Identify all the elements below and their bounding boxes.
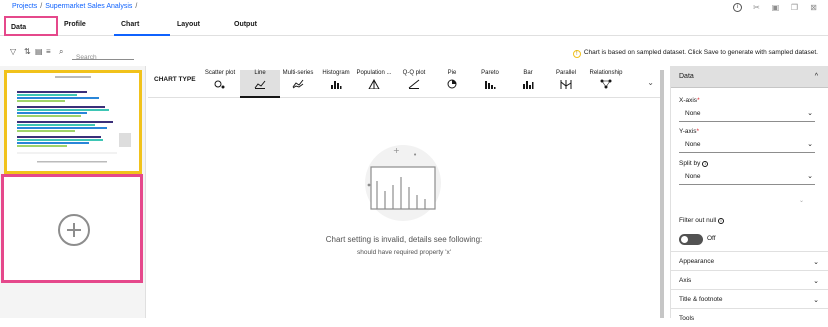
chart-type-population[interactable]: Population ... — [354, 70, 394, 98]
empty-chart-illustration: + • — [365, 145, 441, 221]
chart-type-label: CHART TYPE — [154, 76, 196, 83]
toolbar: ▽ ⇅ ▤ ≡ ⌕ Search ! Chart is based on samp… — [0, 44, 828, 62]
chart-type-scatter[interactable]: Scatter plot — [200, 70, 240, 98]
chevron-down-icon: ⌄ — [807, 173, 813, 180]
filter-icon[interactable]: ▽ — [10, 47, 16, 56]
pareto-icon — [485, 81, 496, 89]
split-by-select[interactable]: None ⌄ — [679, 169, 815, 185]
canvas-scrollbar[interactable] — [660, 70, 664, 318]
tab-chart[interactable]: Chart — [121, 21, 139, 28]
chevron-down-icon: ⌄ — [807, 141, 813, 148]
info-icon[interactable]: i — [733, 3, 742, 12]
relationship-icon — [600, 79, 612, 89]
breadcrumb-asset[interactable]: Supermarket Sales Analysis — [45, 3, 132, 10]
add-chart-card[interactable] — [1, 174, 143, 283]
copy-icon[interactable]: ❐ — [790, 3, 799, 12]
histogram-icon — [331, 81, 342, 89]
chart-type-multi-series[interactable]: Multi-series — [278, 70, 318, 98]
toggle-state: Off — [707, 235, 716, 242]
pie-chart-icon — [447, 79, 457, 89]
scatter-icon — [214, 80, 225, 89]
invalid-setting-detail: should have required property 'x' — [357, 249, 451, 256]
columns-icon[interactable]: ▤ — [35, 47, 43, 56]
line-chart-icon — [254, 80, 266, 89]
section-appearance[interactable]: Appearance ⌄ — [671, 251, 828, 270]
svg-text:•: • — [413, 151, 417, 159]
x-axis-select[interactable]: None ⌄ — [679, 106, 815, 122]
info-icon[interactable]: i — [718, 218, 725, 224]
warning-icon: ! — [572, 50, 581, 58]
chevron-down-icon: ⌄ — [813, 259, 819, 266]
section-axis[interactable]: Axis ⌄ — [671, 270, 828, 289]
y-axis-label: Y-axis* — [679, 128, 699, 135]
x-axis-label: X-axis* — [679, 97, 700, 104]
chevron-down-icon[interactable]: ⌄ — [799, 197, 804, 204]
split-by-label: Split by i — [679, 160, 709, 167]
tab-chart-indicator — [114, 34, 170, 36]
invalid-setting-message: Chart setting is invalid, details see fo… — [325, 235, 483, 244]
chart-type-parallel[interactable]: Parallel — [546, 70, 586, 98]
chevron-down-icon: ⌄ — [813, 297, 819, 304]
chart-canvas: + • Chart setting is invalid, details se… — [148, 99, 660, 318]
data-section-header[interactable]: Data ^ — [671, 66, 828, 88]
top-bar: Projects / Supermarket Sales Analysis / i ✂… — [0, 0, 828, 16]
chart-type-histogram[interactable]: Histogram — [316, 70, 356, 98]
scissors-icon[interactable]: ✂ — [752, 3, 761, 12]
chevron-down-icon: ⌄ — [807, 110, 813, 117]
sort-icon[interactable]: ⇅ — [24, 47, 31, 56]
search-input[interactable]: Search — [72, 46, 134, 61]
y-axis-select[interactable]: None ⌄ — [679, 137, 815, 153]
close-icon[interactable]: ⊠ — [809, 3, 818, 12]
chart-type-relationship[interactable]: Relationship — [586, 70, 626, 98]
chart-type-bar: CHART TYPE Scatter plot Line Multi-serie… — [148, 66, 662, 98]
svg-text:+: + — [393, 146, 400, 155]
filter-null-toggle[interactable] — [679, 234, 703, 245]
chevron-up-icon: ^ — [814, 73, 818, 80]
section-title-footnote[interactable]: Title & footnote ⌄ — [671, 289, 828, 308]
breadcrumb: Projects / Supermarket Sales Analysis / — [12, 3, 138, 10]
chevron-down-icon: ⌄ — [813, 278, 819, 285]
multi-series-icon — [292, 79, 304, 89]
chart-type-pareto[interactable]: Pareto — [470, 70, 510, 98]
sampled-dataset-notice: ! Chart is based on sampled dataset. Clic… — [572, 49, 818, 58]
tab-layout[interactable]: Layout — [177, 21, 200, 28]
chart-type-pie[interactable]: Pie — [432, 70, 472, 98]
breadcrumb-projects[interactable]: Projects — [12, 3, 37, 10]
chart-thumbnail[interactable] — [4, 70, 142, 174]
chevron-down-icon[interactable]: ⌄ — [647, 78, 654, 87]
search-icon: ⌕ — [59, 47, 64, 56]
info-icon[interactable]: i — [702, 161, 709, 167]
filter-null-label: Filter out null i — [679, 217, 725, 224]
tab-output[interactable]: Output — [234, 21, 257, 28]
qq-plot-icon — [408, 79, 420, 89]
add-chart-icon[interactable] — [58, 214, 90, 246]
thumbnail-preview — [17, 76, 131, 163]
chart-settings-panel: Data ^ X-axis* None ⌄ Y-axis* None ⌄ Split… — [670, 66, 828, 322]
parallel-icon — [560, 80, 572, 89]
tab-profile[interactable]: Profile — [64, 21, 86, 28]
population-pyramid-icon — [368, 79, 380, 89]
chart-type-bar[interactable]: Bar — [508, 70, 548, 98]
chart-type-line[interactable]: Line — [240, 70, 280, 98]
menu-icon[interactable]: ≡ — [46, 47, 51, 56]
bar-chart-icon — [523, 81, 534, 89]
tab-bar: Data Profile Chart Layout Output — [0, 16, 828, 36]
tab-data[interactable]: Data — [4, 16, 58, 36]
save-icon[interactable]: ▣ — [771, 3, 780, 12]
chart-type-qq-plot[interactable]: Q-Q plot — [394, 70, 434, 98]
chart-thumbnails — [0, 66, 146, 318]
